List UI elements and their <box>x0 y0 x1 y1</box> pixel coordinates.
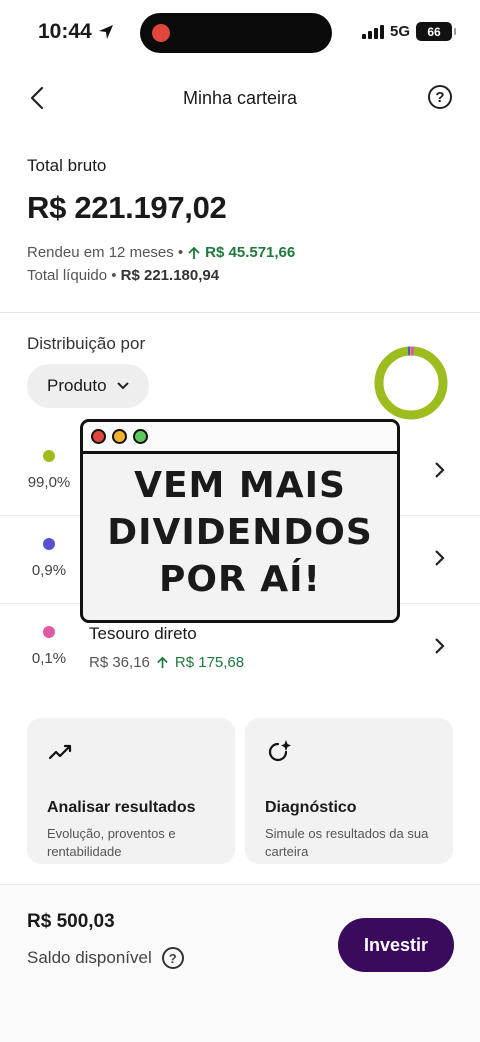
distribution-donut-chart <box>374 346 448 420</box>
distribution-selector-label: Produto <box>47 376 107 395</box>
promo-headline: VEM MAIS DIVIDENDOS POR AÍ! <box>83 462 397 603</box>
chevron-down-icon <box>116 382 129 390</box>
distribution-label: Distribuição por <box>27 334 146 353</box>
net-total-label: Total líquido • <box>27 267 117 284</box>
status-indicators: 5G 66 <box>361 22 456 41</box>
help-icon[interactable]: ? <box>161 947 184 969</box>
chevron-right-icon <box>435 550 445 566</box>
product-color-dot <box>43 538 55 550</box>
net-total-value: R$ 221.180,94 <box>120 267 220 284</box>
portfolio-summary: Total bruto R$ 221.197,02 Rendeu em 12 m… <box>27 156 453 284</box>
recording-indicator-icon <box>152 24 170 42</box>
available-balance-value: R$ 500,03 <box>27 911 115 932</box>
page-title: Minha carteira <box>182 88 298 108</box>
yield-value: R$ 45.571,66 <box>205 244 296 261</box>
trend-icon <box>48 744 72 760</box>
promo-line-3: POR AÍ! <box>159 559 321 600</box>
battery-icon: 66 <box>416 22 456 41</box>
window-title-bar <box>83 422 397 454</box>
available-balance-row: Saldo disponível ? <box>27 947 184 969</box>
promo-window-overlay: VEM MAIS DIVIDENDOS POR AÍ! <box>80 419 400 623</box>
window-maximize-dot-icon <box>133 429 148 444</box>
distribution-selector[interactable]: Produto <box>27 364 149 408</box>
yield-row: Rendeu em 12 meses • R$ 45.571,66 <box>27 244 453 261</box>
product-title: Tesouro direto <box>89 624 197 643</box>
product-values: R$ 36,16 R$ 175,68 <box>89 654 244 671</box>
gross-total-value: R$ 221.197,02 <box>27 190 227 225</box>
section-divider <box>0 312 480 313</box>
analyze-results-card[interactable]: Analisar resultados Evolução, proventos … <box>27 718 235 864</box>
status-time: 10:44 <box>38 20 114 44</box>
card-description: Evolução, proventos e rentabilidade <box>47 826 176 859</box>
card-title: Analisar resultados <box>47 799 196 816</box>
yield-label: Rendeu em 12 meses • <box>27 244 184 261</box>
signal-icon <box>361 24 384 39</box>
time-text: 10:44 <box>38 20 92 43</box>
product-percent: 0,1% <box>31 650 67 667</box>
card-description: Simule os resultados da sua carteira <box>265 826 429 859</box>
top-nav: Minha carteira ? <box>0 78 480 118</box>
product-percent: 99,0% <box>27 474 71 491</box>
status-bar: 10:44 5G 66 <box>0 0 480 66</box>
product-yield: R$ 175,68 <box>174 654 245 671</box>
available-balance-label: Saldo disponível <box>27 948 152 967</box>
promo-line-1: VEM MAIS <box>134 465 346 506</box>
net-total-row: Total líquido • R$ 221.180,94 <box>27 267 453 284</box>
location-arrow-icon <box>98 25 113 39</box>
bottom-balance-bar: R$ 500,03 Saldo disponível ? Investir <box>0 884 480 1042</box>
arrow-up-icon <box>157 656 168 669</box>
network-type: 5G <box>389 23 410 40</box>
dynamic-island <box>140 13 332 53</box>
window-minimize-dot-icon <box>112 429 127 444</box>
chevron-right-icon <box>435 638 445 654</box>
product-color-dot <box>43 626 55 638</box>
product-color-dot <box>43 450 55 462</box>
battery-level: 66 <box>427 24 441 39</box>
invest-button[interactable]: Investir <box>338 918 454 972</box>
promo-line-2: DIVIDENDOS <box>107 512 373 553</box>
arrow-up-icon <box>188 246 200 259</box>
card-title: Diagnóstico <box>265 799 357 816</box>
diagnostic-card[interactable]: Diagnóstico Simule os resultados da sua … <box>245 718 453 864</box>
diagnostic-sparkle-icon <box>268 740 291 762</box>
product-invested: R$ 36,16 <box>89 654 150 671</box>
product-percent: 0,9% <box>31 562 67 579</box>
chevron-right-icon <box>435 462 445 478</box>
help-icon[interactable]: ? <box>428 85 452 109</box>
gross-total-label: Total bruto <box>27 156 107 175</box>
window-close-dot-icon <box>91 429 106 444</box>
